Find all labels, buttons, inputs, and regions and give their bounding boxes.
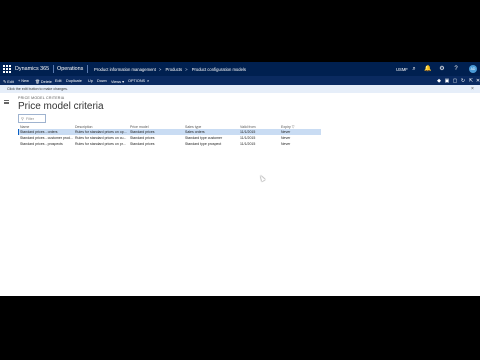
filter-icon: ⚲ <box>21 116 24 122</box>
close-icon[interactable]: ✕ <box>475 78 480 84</box>
views-menu[interactable]: Views ▾ <box>111 79 124 84</box>
cell-sales-type[interactable]: Sales orders <box>185 130 239 134</box>
close-icon[interactable]: × <box>471 86 474 92</box>
breadcrumb-item[interactable]: Products <box>166 67 183 72</box>
new-button[interactable]: + New <box>18 79 29 83</box>
divider <box>87 65 88 73</box>
action-pane: ✎ Edit + New 🗑 Delete Edit Duplicate Up … <box>0 76 480 85</box>
avatar[interactable]: AD <box>469 65 477 73</box>
attach-icon[interactable]: ▢ <box>452 78 458 84</box>
search-icon[interactable]: ⌕ <box>147 79 149 83</box>
hamburger-menu-icon[interactable] <box>4 100 9 105</box>
price-model-criteria-grid: Name Description Price model Sales type … <box>18 124 321 147</box>
link-icon[interactable]: ◆ <box>436 78 442 84</box>
refresh-icon[interactable]: ↻ <box>460 78 466 84</box>
main-content: PRICE MODEL CRITERIA Price model criteri… <box>18 96 480 296</box>
breadcrumb-item[interactable]: Product configuration models <box>192 67 246 72</box>
page-caption: PRICE MODEL CRITERIA <box>18 96 65 100</box>
cell-description[interactable]: Rules for standard prices on op... <box>75 130 129 134</box>
table-row[interactable]: Standard prices - prospects Rules for st… <box>18 141 321 147</box>
cell-expiry[interactable]: Never <box>281 136 321 140</box>
options-tab[interactable]: OPTIONS <box>128 79 145 83</box>
cell-sales-type[interactable]: Standard type prospect <box>185 142 239 146</box>
chevron-right-icon: > <box>158 66 162 72</box>
cell-description[interactable]: Rules for standard prices on cu... <box>75 136 129 140</box>
cell-name[interactable]: Standard prices - customer prod... <box>20 136 74 140</box>
cell-expiry[interactable]: Never <box>281 142 321 146</box>
app-window: Dynamics 365 Operations Product informat… <box>0 62 480 296</box>
module-name[interactable]: Operations <box>57 66 83 72</box>
chevron-right-icon: > <box>185 66 188 72</box>
cell-price-model[interactable]: Standard prices <box>130 130 184 134</box>
settings-icon[interactable]: ⚙ <box>438 65 446 73</box>
move-up-button[interactable]: Up <box>88 79 93 83</box>
notifications-icon[interactable]: 🔔 <box>424 65 432 73</box>
cell-valid-from[interactable]: 11/1/2015 <box>240 142 280 146</box>
edit-button[interactable]: ✎ Edit <box>3 79 14 84</box>
app-launcher-icon[interactable] <box>2 64 12 74</box>
breadcrumb-item[interactable]: Product information management <box>94 67 156 72</box>
cell-price-model[interactable]: Standard prices <box>130 142 184 146</box>
cell-description[interactable]: Rules for standard prices on pr... <box>75 142 129 146</box>
open-in-new-icon[interactable]: ⇱ <box>468 78 474 84</box>
filter-input[interactable]: ⚲ Filter <box>18 114 46 123</box>
brand-name[interactable]: Dynamics 365 <box>15 66 49 72</box>
search-icon[interactable]: ⌕ <box>410 65 418 73</box>
left-navigation <box>0 93 13 296</box>
move-down-button[interactable]: Down <box>97 79 107 83</box>
office-icon[interactable]: ▣ <box>444 78 450 84</box>
cell-valid-from[interactable]: 11/1/2015 <box>240 136 280 140</box>
top-navigation-bar: Dynamics 365 Operations Product informat… <box>0 62 480 76</box>
help-icon[interactable]: ? <box>452 65 460 73</box>
info-message: Click the edit button to make changes. <box>7 87 68 92</box>
cell-valid-from[interactable]: 11/1/2015 <box>240 130 280 134</box>
cell-sales-type[interactable]: Standard type customer <box>185 136 239 140</box>
cell-name[interactable]: Standard prices - orders <box>20 130 74 134</box>
duplicate-button[interactable]: Duplicate <box>66 79 82 83</box>
filter-placeholder: Filter <box>26 116 34 121</box>
edit-action-button[interactable]: Edit <box>55 79 62 83</box>
cell-name[interactable]: Standard prices - prospects <box>20 142 74 146</box>
company-picker[interactable]: USMF <box>396 67 408 72</box>
cell-price-model[interactable]: Standard prices <box>130 136 184 140</box>
breadcrumb: Product information management > Products… <box>94 67 249 72</box>
page-title: Price model criteria <box>18 101 104 112</box>
divider <box>53 65 54 73</box>
delete-button[interactable]: 🗑 Delete <box>35 79 52 84</box>
cell-expiry[interactable]: Never <box>281 130 321 134</box>
info-bar: Click the edit button to make changes. × <box>0 85 480 93</box>
